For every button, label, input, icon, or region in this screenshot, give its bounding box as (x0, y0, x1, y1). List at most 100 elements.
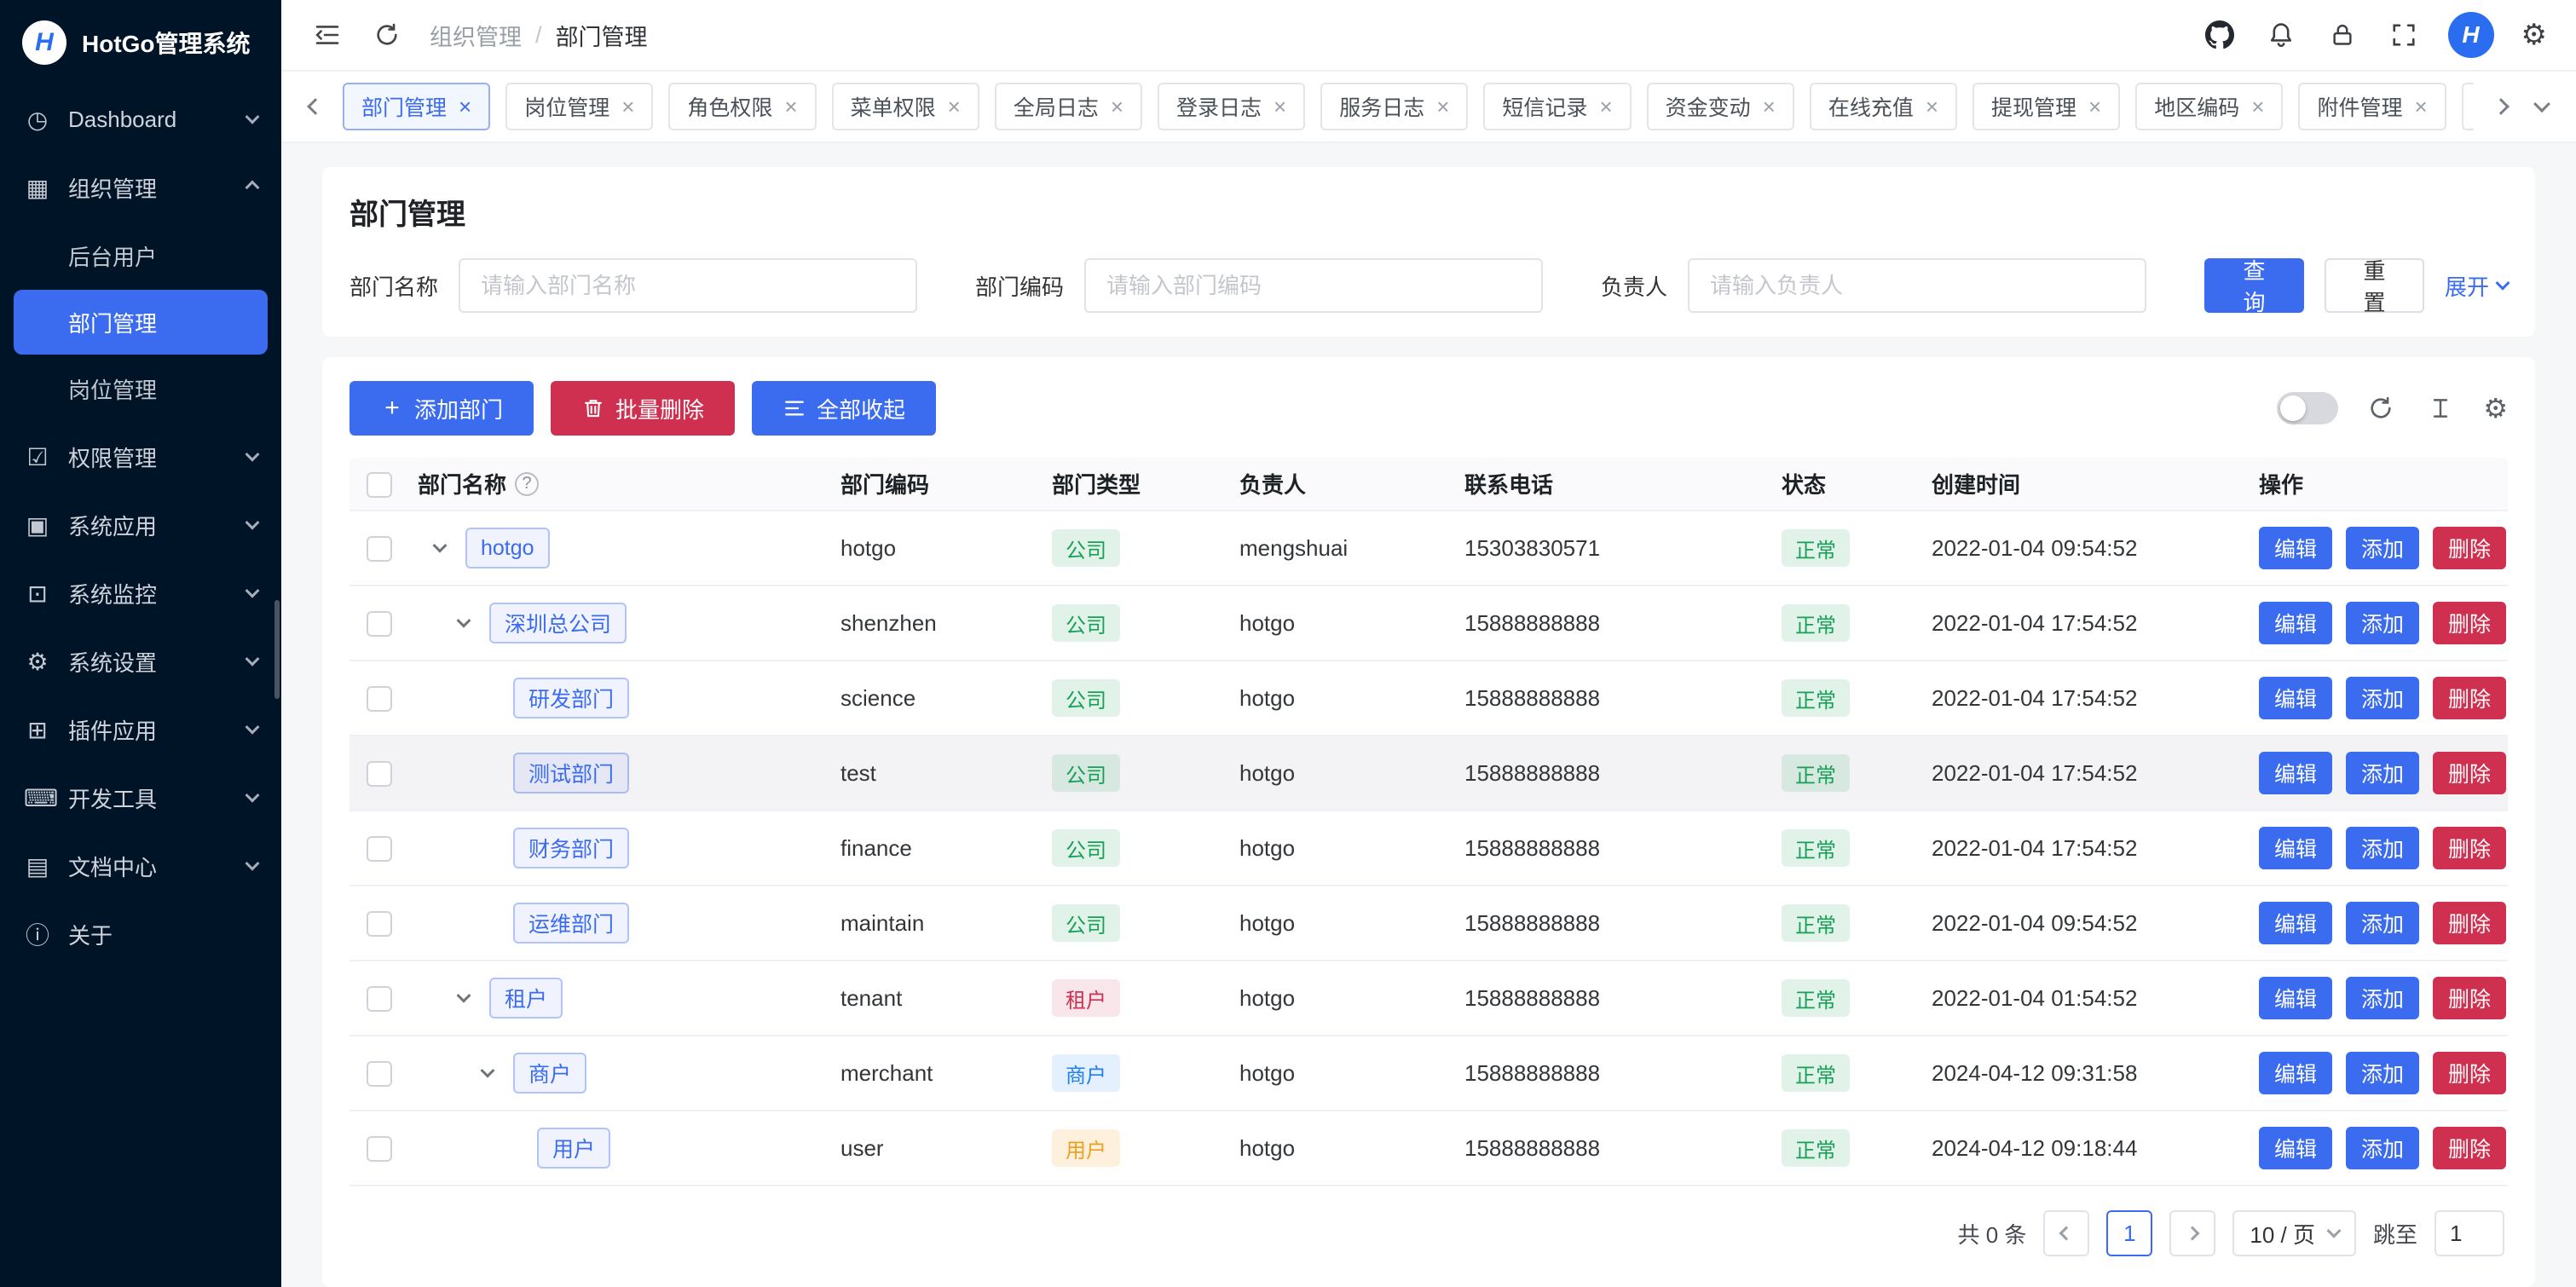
add-button[interactable]: 添加 (2346, 1052, 2419, 1094)
row-checkbox[interactable] (367, 686, 392, 712)
tab-menu[interactable]: 菜单权限 × (832, 83, 979, 130)
delete-button[interactable]: 删除 (2433, 527, 2506, 569)
tab-global-log[interactable]: 全局日志 × (995, 83, 1142, 130)
striped-toggle[interactable] (2277, 392, 2338, 424)
column-settings-gear-icon[interactable]: ⚙ (2483, 395, 2508, 422)
sidebar-item-settings[interactable]: ⚙ 系统设置 (0, 627, 281, 695)
delete-button[interactable]: 删除 (2433, 902, 2506, 944)
page-size-select[interactable]: 10 / 页 (2232, 1210, 2356, 1256)
add-button[interactable]: 添加 (2346, 1127, 2419, 1169)
expand-filters-button[interactable]: 展开 (2445, 270, 2508, 302)
sidebar-subitem-dept[interactable]: 部门管理 (14, 290, 268, 355)
row-checkbox[interactable] (367, 986, 392, 1012)
edit-button[interactable]: 编辑 (2259, 752, 2332, 794)
notifications-bell-icon[interactable] (2264, 18, 2298, 52)
github-icon[interactable] (2203, 18, 2237, 52)
row-checkbox[interactable] (367, 836, 392, 862)
delete-button[interactable]: 删除 (2433, 677, 2506, 719)
breadcrumb-item-current[interactable]: 部门管理 (556, 19, 648, 52)
add-button[interactable]: 添加 (2346, 827, 2419, 869)
close-icon[interactable]: × (1436, 95, 1449, 118)
delete-button[interactable]: 删除 (2433, 977, 2506, 1019)
close-icon[interactable]: × (459, 95, 471, 118)
expand-chevron-icon[interactable] (459, 993, 489, 1003)
search-button[interactable]: 查询 (2204, 258, 2304, 313)
row-checkbox[interactable] (367, 1061, 392, 1087)
sidebar-item-apps[interactable]: ▣ 系统应用 (0, 491, 281, 559)
tab-dept[interactable]: 部门管理 × (343, 83, 490, 130)
sidebar-item-about[interactable]: ⓘ 关于 (0, 900, 281, 968)
close-icon[interactable]: × (2251, 95, 2264, 118)
table-row[interactable]: 深圳总公司 shenzhen 公司 hotgo 15888888888 正常 2… (349, 586, 2508, 661)
department-name-input[interactable] (459, 258, 917, 313)
tab-recharge[interactable]: 在线充值 × (1810, 83, 1957, 130)
row-checkbox[interactable] (367, 536, 392, 562)
breadcrumb-item[interactable]: 组织管理 (430, 19, 522, 52)
department-code-input[interactable] (1084, 258, 1543, 313)
edit-button[interactable]: 编辑 (2259, 977, 2332, 1019)
edit-button[interactable]: 编辑 (2259, 1127, 2332, 1169)
tabs-scroll-left-icon[interactable] (302, 101, 329, 113)
app-logo[interactable]: H HotGo管理系统 (0, 0, 281, 85)
close-icon[interactable]: × (1111, 95, 1123, 118)
table-row[interactable]: hotgo hotgo 公司 mengshuai 15303830571 正常 … (349, 511, 2508, 586)
delete-button[interactable]: 删除 (2433, 1127, 2506, 1169)
sidebar-item-monitor[interactable]: ⊡ 系统监控 (0, 559, 281, 627)
close-icon[interactable]: × (621, 95, 634, 118)
row-checkbox[interactable] (367, 911, 392, 937)
sidebar-subitem-admin-user[interactable]: 后台用户 (14, 223, 268, 288)
delete-button[interactable]: 删除 (2433, 602, 2506, 644)
sidebar-item-permission[interactable]: ☑ 权限管理 (0, 423, 281, 491)
sidebar-item-plugin[interactable]: ⊞ 插件应用 (0, 695, 281, 764)
add-button[interactable]: 添加 (2346, 527, 2419, 569)
add-department-button[interactable]: + 添加部门 (349, 381, 534, 436)
fullscreen-icon[interactable] (2387, 18, 2421, 52)
close-icon[interactable]: × (948, 95, 961, 118)
add-button[interactable]: 添加 (2346, 602, 2419, 644)
page-number-button[interactable]: 1 (2106, 1210, 2152, 1256)
row-checkbox[interactable] (367, 1136, 392, 1162)
table-row[interactable]: 财务部门 finance 公司 hotgo 15888888888 正常 202… (349, 811, 2508, 886)
sidebar-item-dashboard[interactable]: ◷ Dashboard (0, 85, 281, 153)
edit-button[interactable]: 编辑 (2259, 677, 2332, 719)
refresh-icon[interactable] (370, 18, 404, 52)
delete-button[interactable]: 删除 (2433, 827, 2506, 869)
row-checkbox[interactable] (367, 611, 392, 637)
density-icon[interactable] (2423, 391, 2458, 425)
tab-funds[interactable]: 资金变动 × (1647, 83, 1794, 130)
tab-service-log[interactable]: 服务日志 × (1320, 83, 1468, 130)
tabs-scroll-right-icon[interactable] (2487, 101, 2515, 113)
reset-button[interactable]: 重置 (2325, 258, 2424, 313)
reload-table-icon[interactable] (2364, 391, 2398, 425)
tab-attachment[interactable]: 附件管理 × (2298, 83, 2446, 130)
edit-button[interactable]: 编辑 (2259, 1052, 2332, 1094)
tab-sms[interactable]: 短信记录 × (1483, 83, 1631, 130)
add-button[interactable]: 添加 (2346, 902, 2419, 944)
sidebar-item-org[interactable]: ▦ 组织管理 (0, 153, 281, 222)
close-icon[interactable]: × (784, 95, 797, 118)
delete-button[interactable]: 删除 (2433, 1052, 2506, 1094)
edit-button[interactable]: 编辑 (2259, 827, 2332, 869)
row-checkbox[interactable] (367, 761, 392, 787)
prev-page-button[interactable] (2043, 1210, 2089, 1256)
sidebar-item-docs[interactable]: ▤ 文档中心 (0, 832, 281, 900)
tab-post[interactable]: 岗位管理 × (505, 83, 653, 130)
sidebar-item-devtools[interactable]: ⌨ 开发工具 (0, 764, 281, 832)
sidebar-subitem-post[interactable]: 岗位管理 (14, 356, 268, 421)
collapse-sidebar-icon[interactable] (310, 18, 344, 52)
next-page-button[interactable] (2169, 1210, 2215, 1256)
user-avatar[interactable]: H (2448, 12, 2494, 58)
tab-role[interactable]: 角色权限 × (668, 83, 816, 130)
close-icon[interactable]: × (1599, 95, 1612, 118)
tabs-menu-icon[interactable] (2528, 101, 2556, 113)
add-button[interactable]: 添加 (2346, 752, 2419, 794)
close-icon[interactable]: × (2414, 95, 2427, 118)
sidebar-scrollbar[interactable] (274, 600, 280, 699)
table-row[interactable]: 研发部门 science 公司 hotgo 15888888888 正常 202… (349, 661, 2508, 736)
select-all-checkbox[interactable] (367, 472, 392, 498)
edit-button[interactable]: 编辑 (2259, 902, 2332, 944)
batch-delete-button[interactable]: 批量删除 (551, 381, 735, 436)
close-icon[interactable]: × (1763, 95, 1776, 118)
leader-input[interactable] (1688, 258, 2146, 313)
expand-chevron-icon[interactable] (435, 543, 465, 553)
